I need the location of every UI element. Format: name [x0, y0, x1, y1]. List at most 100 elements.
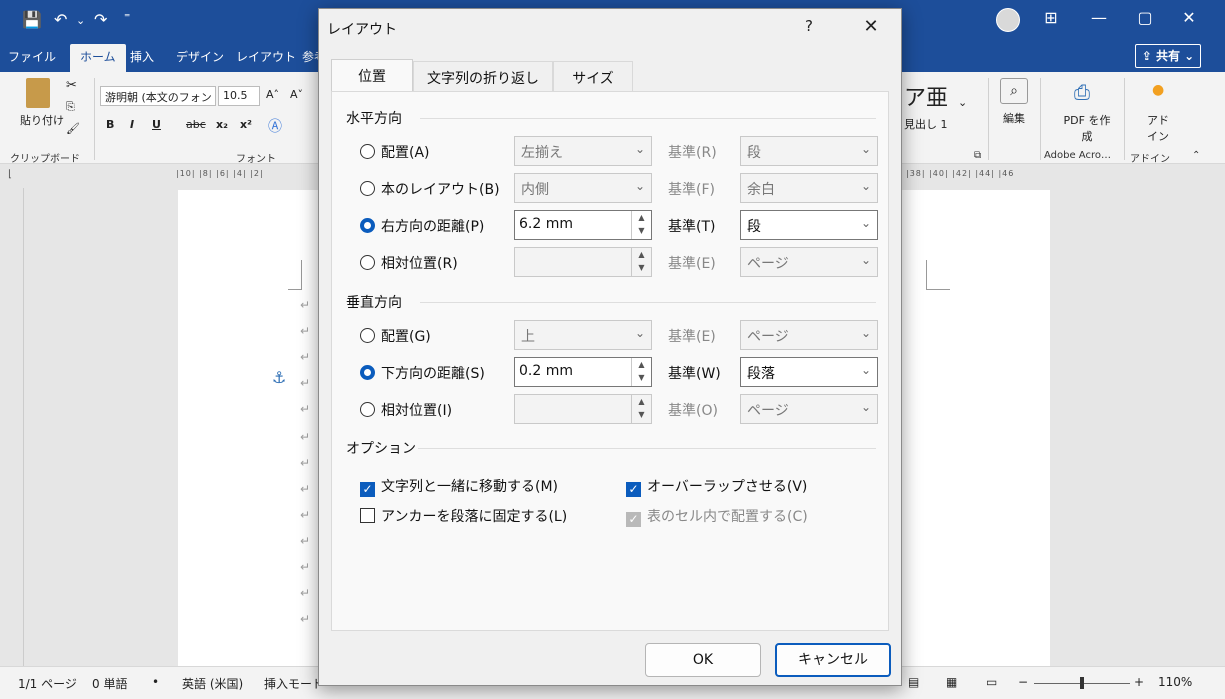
h-absolute-base-select[interactable]: 段 ⌄	[740, 210, 878, 240]
subscript-icon[interactable]: x₂	[216, 118, 228, 131]
v-alignment-radio[interactable]: 配置(G)	[360, 326, 431, 346]
minimize-button[interactable]: —	[1076, 8, 1122, 27]
italic-icon[interactable]: I	[130, 118, 134, 131]
tab-position[interactable]: 位置	[331, 59, 413, 92]
language[interactable]: 英語 (米国)	[182, 675, 243, 692]
shrink-font-icon[interactable]: A˅	[290, 88, 303, 101]
v-relative-position-radio[interactable]: 相対位置(I)	[360, 400, 452, 420]
v-absolute-position-radio[interactable]: 下方向の距離(S)	[360, 363, 485, 383]
tab-layout[interactable]: レイアウト	[236, 48, 296, 65]
vertical-heading: 垂直方向	[346, 295, 402, 311]
lock-anchor-checkbox[interactable]: アンカーを段落に固定する(L)	[360, 506, 567, 526]
print-layout-icon[interactable]: ▦	[946, 675, 957, 689]
tab-stop-icon[interactable]: ⌊	[8, 169, 13, 180]
cancel-button[interactable]: キャンセル	[775, 643, 891, 677]
page-count[interactable]: 1/1 ページ	[18, 675, 77, 692]
h-alignment-base-select: 段 ⌄	[740, 136, 878, 166]
tab-text-wrapping[interactable]: 文字列の折り返し	[413, 61, 553, 91]
close-button[interactable]: ✕	[1166, 8, 1212, 27]
divider	[988, 78, 989, 160]
v-absolute-position-input[interactable]: 0.2 mm ▲ ▼	[514, 357, 652, 387]
insert-mode[interactable]: 挿入モード	[264, 675, 324, 692]
zoom-in-icon[interactable]: +	[1134, 675, 1144, 689]
dialog-close-icon[interactable]: ✕	[851, 13, 891, 41]
format-painter-icon[interactable]: 🖌	[66, 122, 80, 135]
vertical-ruler[interactable]	[0, 188, 24, 666]
redo-icon[interactable]: ↷	[94, 10, 107, 29]
share-button[interactable]: ⇪ 共有 ⌄	[1135, 44, 1201, 68]
h-absolute-position-input[interactable]: 6.2 mm ▲ ▼	[514, 210, 652, 240]
h-alignment-select: 左揃え ⌄	[514, 136, 652, 166]
spinner-arrows-icon[interactable]: ▲ ▼	[631, 358, 651, 386]
web-layout-icon[interactable]: ▭	[986, 675, 997, 689]
paragraph-mark: ↵	[300, 324, 311, 338]
search-icon[interactable]: ⌕	[1000, 78, 1028, 104]
account-avatar[interactable]	[996, 8, 1020, 32]
adobe-group-label: Adobe Acro…	[1044, 150, 1111, 161]
ok-button[interactable]: OK	[645, 643, 761, 677]
v-absolute-base-label: 基準(W)	[668, 366, 721, 382]
underline-icon[interactable]: U	[152, 118, 161, 131]
edit-label[interactable]: 編集	[1003, 110, 1025, 126]
addin-label[interactable]: アド イン	[1140, 112, 1176, 144]
paragraph-mark: ↵	[300, 350, 311, 364]
spinner-arrows-icon[interactable]: ▲ ▼	[631, 211, 651, 239]
paste-label[interactable]: 貼り付け	[20, 112, 64, 128]
zoom-out-icon[interactable]: −	[1018, 675, 1028, 689]
ribbon-display-icon[interactable]: ⊞	[1028, 8, 1074, 27]
help-icon[interactable]: ?	[805, 17, 813, 35]
tab-size[interactable]: サイズ	[553, 61, 633, 91]
tab-file[interactable]: ファイル	[8, 48, 56, 65]
bold-icon[interactable]: B	[106, 118, 114, 131]
strikethrough-icon[interactable]: abc	[186, 118, 206, 131]
grow-font-icon[interactable]: A˄	[266, 88, 279, 101]
undo-dropdown-icon[interactable]: ⌄	[76, 14, 85, 27]
tab-insert[interactable]: 挿入	[130, 48, 154, 65]
save-icon[interactable]: 💾	[22, 10, 42, 29]
maximize-button[interactable]: ▢	[1122, 8, 1168, 27]
style-name[interactable]: 見出し 1	[904, 116, 948, 132]
tab-design[interactable]: デザイン	[176, 48, 224, 65]
create-pdf-label[interactable]: PDF を作成	[1062, 112, 1112, 144]
zoom-slider-thumb[interactable]	[1080, 677, 1084, 689]
allow-overlap-checkbox[interactable]: ✓ オーバーラップさせる(V)	[626, 476, 807, 497]
move-with-text-checkbox[interactable]: ✓ 文字列と一緒に移動する(M)	[360, 476, 558, 497]
font-group-label: フォント	[236, 154, 276, 165]
paste-icon[interactable]	[26, 78, 50, 108]
read-mode-icon[interactable]: ▤	[908, 675, 919, 689]
v-alignment-base-select: ページ ⌄	[740, 320, 878, 350]
paragraph-mark: ↵	[300, 508, 311, 522]
text-effects-icon[interactable]: Ⓐ	[268, 116, 282, 136]
styles-more-icon[interactable]: ⌄	[958, 96, 967, 109]
font-name-input[interactable]: 游明朝 (本文のフォン	[100, 86, 216, 106]
options-heading: オプション	[346, 441, 416, 457]
h-alignment-radio[interactable]: 配置(A)	[360, 142, 430, 162]
divider	[94, 78, 95, 160]
pdf-icon[interactable]: ⎙	[1074, 80, 1090, 104]
customize-qat-icon[interactable]: ⁼	[124, 10, 130, 24]
undo-icon[interactable]: ↶	[54, 10, 67, 29]
cut-icon[interactable]: ✂	[66, 78, 77, 93]
addin-icon[interactable]: ●	[1152, 82, 1164, 98]
anchor-icon[interactable]: ⚓	[272, 368, 286, 387]
h-relative-position-radio[interactable]: 相対位置(R)	[360, 253, 458, 273]
tab-home[interactable]: ホーム	[70, 44, 126, 72]
h-absolute-position-radio[interactable]: 右方向の距離(P)	[360, 216, 484, 236]
paragraph-mark: ↵	[300, 612, 311, 626]
font-size-input[interactable]: 10.5	[218, 86, 260, 106]
styles-launcher-icon[interactable]: ⧉	[974, 150, 981, 161]
v-absolute-base-select[interactable]: 段落 ⌄	[740, 357, 878, 387]
spinner-arrows-icon: ▲ ▼	[631, 395, 651, 423]
margin-corner-left	[288, 260, 302, 290]
superscript-icon[interactable]: x²	[240, 118, 252, 131]
zoom-level[interactable]: 110%	[1158, 675, 1192, 689]
style-sample[interactable]: ア亜	[904, 80, 948, 112]
dialog-title: レイアウト	[327, 22, 397, 38]
collapse-ribbon-icon[interactable]: ⌃	[1192, 150, 1200, 161]
book-layout-radio[interactable]: 本のレイアウト(B)	[360, 179, 500, 199]
word-count[interactable]: 0 単語	[92, 675, 127, 692]
book-layout-base-label: 基準(F)	[668, 182, 715, 198]
margin-corner-right	[926, 260, 950, 290]
copy-icon[interactable]: ⎘	[66, 100, 75, 114]
paragraph-mark: ↵	[300, 586, 311, 600]
